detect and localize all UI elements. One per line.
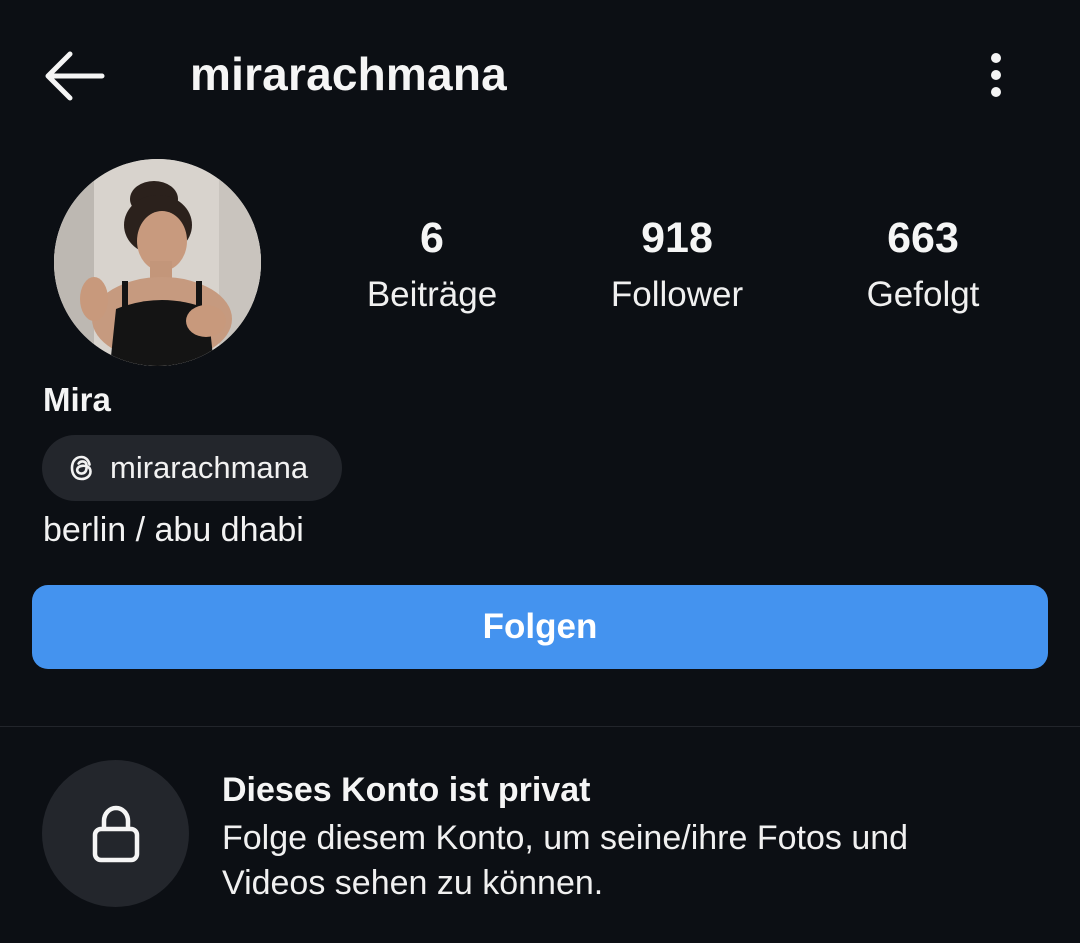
stat-following[interactable]: 663 Gefolgt: [823, 210, 1023, 324]
private-account-title: Dieses Konto ist privat: [222, 771, 591, 809]
posts-label: Beiträge: [366, 275, 498, 314]
stat-posts[interactable]: 6 Beiträge: [332, 210, 532, 324]
more-vertical-icon: [991, 53, 1001, 97]
threads-icon: [70, 455, 92, 481]
followers-count: 918: [641, 214, 713, 262]
posts-count: 6: [420, 214, 444, 262]
private-account-description: Folge diesem Konto, um seine/ihre Fotos …: [222, 819, 909, 902]
more-options-button[interactable]: [978, 48, 1014, 104]
bio-text: berlin / abu dhabi: [43, 511, 304, 549]
following-count: 663: [887, 214, 959, 262]
followers-label: Follower: [610, 275, 744, 314]
threads-link-chip[interactable]: mirarachmana: [42, 435, 342, 501]
section-divider: [0, 726, 1080, 727]
follow-button[interactable]: Folgen: [32, 585, 1048, 669]
back-button[interactable]: [40, 48, 106, 104]
threads-handle: mirarachmana: [110, 450, 309, 485]
arrow-left-icon: [45, 51, 105, 101]
private-lock-badge: [42, 760, 189, 907]
page-title: mirarachmana: [190, 48, 507, 100]
following-label: Gefolgt: [866, 275, 980, 314]
avatar[interactable]: [54, 159, 261, 366]
top-bar: mirarachmana: [0, 0, 1080, 150]
profile-page: mirarachmana 6 Beiträge 918 Follower 663…: [0, 0, 1080, 943]
lock-icon: [92, 805, 139, 862]
profile-photo: [54, 159, 261, 366]
display-name: Mira: [43, 381, 111, 418]
stat-followers[interactable]: 918 Follower: [577, 210, 777, 324]
